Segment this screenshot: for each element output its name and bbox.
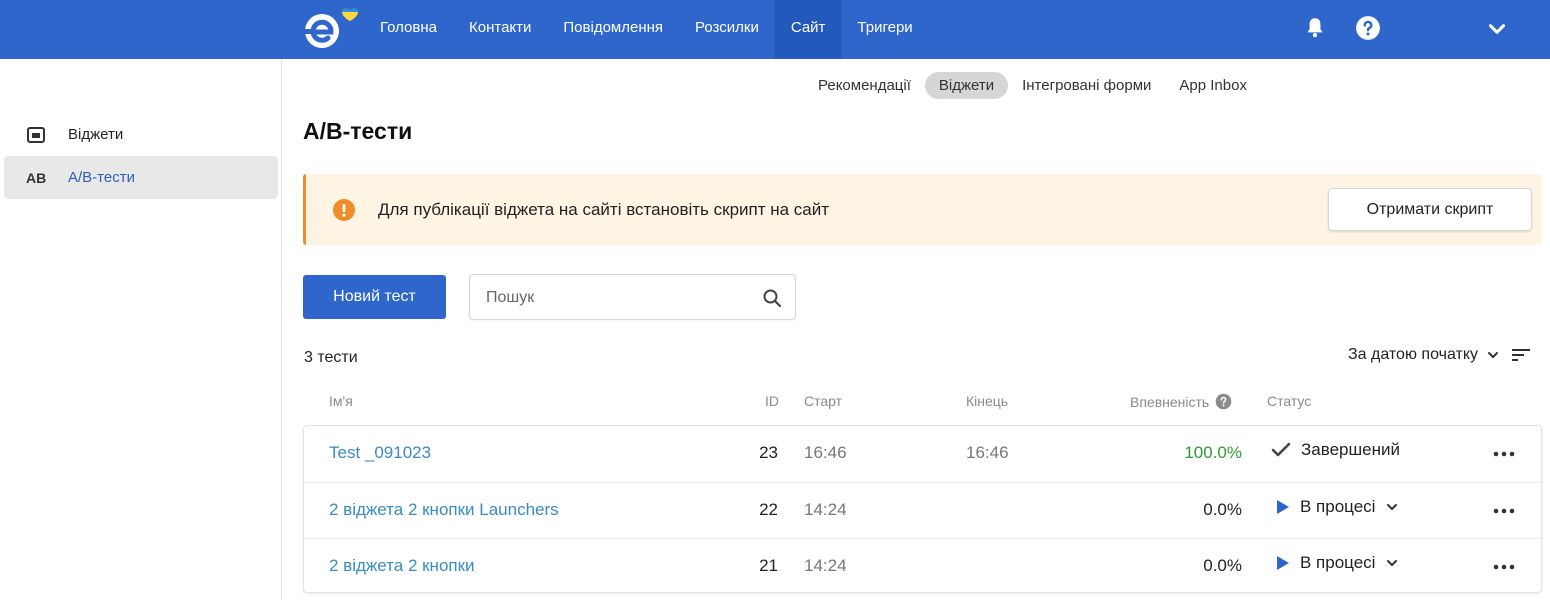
test-confidence: 0.0% (1203, 500, 1242, 519)
search-input[interactable] (486, 287, 746, 309)
help-icon[interactable] (1215, 393, 1232, 410)
bell-icon[interactable] (1302, 15, 1328, 41)
nav-item-home[interactable]: Головна (364, 0, 453, 59)
test-start: 14:24 (804, 556, 847, 575)
chevron-down-icon (1488, 352, 1498, 358)
more-icon[interactable] (1492, 507, 1516, 515)
tab-recommendations[interactable]: Рекомендації (804, 72, 925, 99)
test-confidence: 0.0% (1203, 556, 1242, 575)
sidebar-item-label: Віджети (68, 126, 124, 143)
status-text: В процесі (1300, 553, 1376, 572)
status-text: Завершений (1301, 440, 1400, 459)
test-end: 16:46 (966, 443, 1009, 462)
nav-item-campaigns[interactable]: Розсилки (679, 0, 775, 59)
sidebar-item-ab-tests[interactable]: AB А/В-тести (4, 156, 278, 199)
sub-tabs: Рекомендації Віджети Інтегровані форми A… (804, 71, 1261, 99)
column-header-confidence[interactable]: Впевненість (1130, 393, 1232, 410)
main-nav: Головна Контакти Повідомлення Розсилки С… (364, 0, 929, 59)
sort-control[interactable]: За датою початку (1348, 346, 1530, 364)
column-header-confidence-label: Впевненість (1130, 393, 1210, 410)
chevron-down-icon (1387, 504, 1398, 510)
search-icon[interactable] (762, 288, 782, 308)
logo[interactable] (300, 6, 364, 50)
test-id: 23 (759, 443, 778, 462)
test-start: 14:24 (804, 500, 847, 519)
status-text: В процесі (1300, 497, 1376, 516)
sort-icon (1512, 349, 1530, 361)
more-icon[interactable] (1492, 450, 1516, 458)
top-navbar: Головна Контакти Повідомлення Розсилки С… (0, 0, 1550, 59)
sidebar: Віджети AB А/В-тести (0, 59, 282, 600)
warning-icon (333, 199, 355, 221)
alert-text: Для публікації віджета на сайті встанові… (378, 200, 830, 219)
chevron-down-icon (1387, 560, 1398, 566)
nav-item-site[interactable]: Сайт (774, 0, 842, 59)
column-header-start[interactable]: Старт (804, 393, 842, 409)
new-test-button[interactable]: Новий тест (303, 275, 446, 319)
test-id: 22 (759, 500, 778, 519)
nav-item-contacts[interactable]: Контакти (453, 0, 547, 59)
status-badge: Завершений (1271, 440, 1400, 460)
get-script-button[interactable]: Отримати скрипт (1328, 188, 1532, 231)
status-dropdown[interactable]: В процесі (1274, 553, 1399, 573)
test-id: 21 (759, 556, 778, 575)
tests-count: 3 тести (304, 349, 358, 366)
status-dropdown[interactable]: В процесі (1274, 497, 1399, 517)
nav-item-triggers[interactable]: Тригери (841, 0, 928, 59)
tests-table: Test _091023 23 16:46 16:46 100.0% Завер… (303, 425, 1542, 593)
tab-app-inbox[interactable]: App Inbox (1165, 72, 1261, 99)
test-start: 16:46 (804, 443, 847, 462)
test-name-link[interactable]: Test _091023 (329, 443, 431, 463)
column-header-end[interactable]: Кінець (966, 393, 1008, 409)
widget-icon (4, 126, 68, 144)
table-row: 2 віджета 2 кнопки Launchers 22 14:24 0.… (304, 482, 1541, 538)
column-header-name[interactable]: Ім'я (329, 393, 353, 409)
test-name-link[interactable]: 2 віджета 2 кнопки Launchers (329, 500, 559, 520)
column-header-status[interactable]: Статус (1267, 393, 1311, 409)
column-header-id[interactable]: ID (765, 393, 779, 409)
help-icon[interactable] (1355, 15, 1381, 41)
table-row: 2 віджета 2 кнопки 21 14:24 0.0% В проце… (304, 538, 1541, 594)
table-row: Test _091023 23 16:46 16:46 100.0% Завер… (304, 426, 1541, 482)
page-title: А/В-тести (303, 118, 413, 144)
script-alert: Для публікації віджета на сайті встанові… (303, 174, 1542, 245)
tab-integrated-forms[interactable]: Інтегровані форми (1008, 72, 1165, 99)
chevron-down-icon[interactable] (1484, 16, 1510, 42)
nav-item-messages[interactable]: Повідомлення (547, 0, 679, 59)
test-name-link[interactable]: 2 віджета 2 кнопки (329, 556, 475, 576)
sidebar-item-widgets[interactable]: Віджети (4, 113, 278, 156)
search-box (469, 274, 796, 320)
test-confidence: 100.0% (1184, 443, 1242, 462)
play-icon (1277, 500, 1289, 514)
play-icon (1277, 556, 1289, 570)
sidebar-item-label: А/В-тести (68, 169, 135, 186)
tab-widgets[interactable]: Віджети (924, 71, 1009, 99)
ab-icon: AB (26, 169, 47, 186)
sort-label: За датою початку (1348, 346, 1478, 363)
more-icon[interactable] (1492, 563, 1516, 571)
checkmark-icon (1271, 442, 1291, 457)
